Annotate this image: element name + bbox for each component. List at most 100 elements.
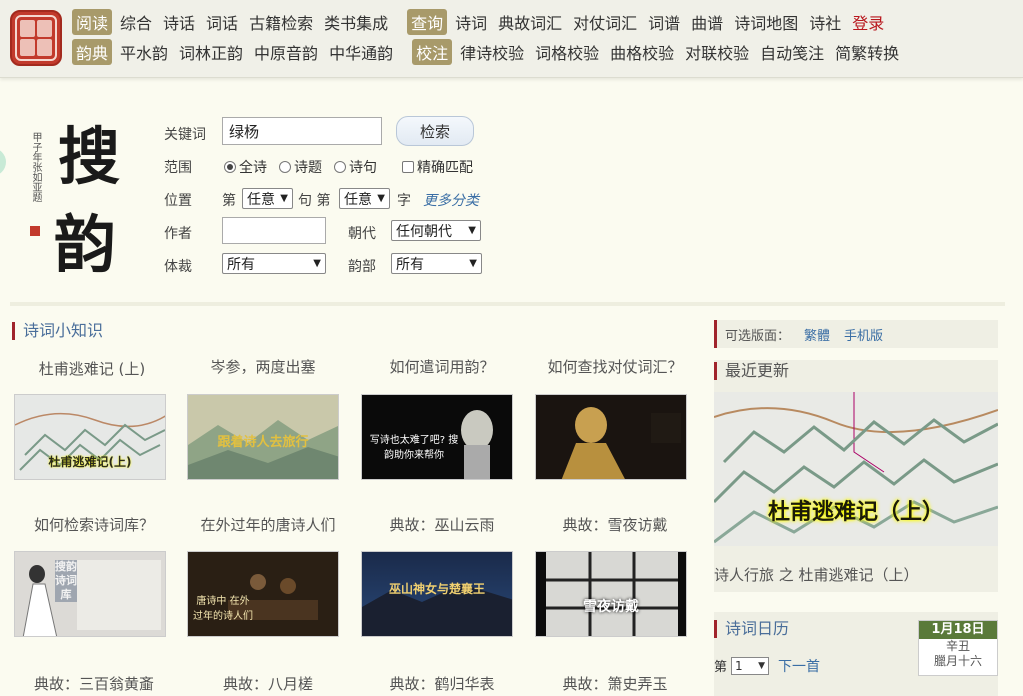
nav-link-shici[interactable]: 诗词 <box>455 10 487 34</box>
nav-badge-rhyme[interactable]: 韵典 <box>72 39 113 65</box>
scholar-illustration <box>22 560 161 636</box>
recent-title: 最近更新 <box>714 362 789 380</box>
position-char-select[interactable]: 任意 ▼ <box>339 188 390 209</box>
chevron-down-icon: ▼ <box>280 193 288 204</box>
nav-link-jianzhu[interactable]: 自动笺注 <box>760 40 824 64</box>
position-line-select[interactable]: 任意 ▼ <box>242 188 293 209</box>
exact-match-checkbox[interactable]: 精确匹配 <box>402 157 473 177</box>
nav-link-quge[interactable]: 曲格校验 <box>610 40 674 64</box>
nav-link-zhonghua[interactable]: 中华通韵 <box>329 40 393 64</box>
card-title[interactable]: 典故：巫山云雨 <box>362 514 522 535</box>
card-thumbnail[interactable]: 雪夜访戴 <box>535 551 687 637</box>
author-input[interactable] <box>222 217 326 244</box>
card-thumbnail[interactable]: 杜甫逃难记(上) <box>14 394 166 480</box>
position-suffix: 字 <box>397 193 411 209</box>
nav-row-1: 阅读 综合 诗话 词话 古籍检索 类书集成 查询 诗词 典故词汇 对仗词汇 词谱… <box>72 8 895 36</box>
radio-icon <box>334 161 346 173</box>
genre-select[interactable]: 所有 ▼ <box>222 253 326 274</box>
brand-calligraphy: 甲子年张如亚题 搜 韵 <box>28 108 138 281</box>
figure-illustration <box>561 407 681 479</box>
radio-selected-icon <box>224 161 236 173</box>
nav-badge-query[interactable]: 查询 <box>407 9 448 35</box>
site-logo[interactable] <box>10 10 62 66</box>
scope-radio-title[interactable]: 诗题 <box>279 157 322 177</box>
top-header: 阅读 综合 诗话 词话 古籍检索 类书集成 查询 诗词 典故词汇 对仗词汇 词谱… <box>0 0 1023 78</box>
card-thumbnail[interactable]: 跟着诗人去旅行 <box>187 394 339 480</box>
calendar-date: 1月18日 <box>919 621 997 639</box>
position-label: 位置 <box>164 193 192 209</box>
card-title[interactable]: 典故：八月槎 <box>188 673 348 694</box>
chevron-down-icon: ▼ <box>377 193 385 204</box>
section-divider <box>10 302 1005 306</box>
card-thumbnail[interactable]: 写诗也太难了吧? 搜韵助你来帮你 <box>361 394 513 480</box>
card-title[interactable]: 如何检索诗词库？ <box>14 514 174 535</box>
nav-link-leishu[interactable]: 类书集成 <box>324 10 388 34</box>
scope-radio-all[interactable]: 全诗 <box>224 157 267 177</box>
nav-link-qupu[interactable]: 曲谱 <box>691 10 723 34</box>
login-link[interactable]: 登录 <box>852 10 884 34</box>
side-tab[interactable] <box>0 148 6 176</box>
nav-link-map[interactable]: 诗词地图 <box>734 10 798 34</box>
knowledge-title: 诗词小知识 <box>12 322 103 340</box>
nav-link-lvshi[interactable]: 律诗校验 <box>460 40 524 64</box>
scope-label: 范围 <box>164 160 192 176</box>
edition-traditional-link[interactable]: 繁體 <box>804 325 830 344</box>
nav-link-cige[interactable]: 词格校验 <box>535 40 599 64</box>
nav-link-jianfan[interactable]: 简繁转换 <box>835 40 899 64</box>
nav-link-pingshui[interactable]: 平水韵 <box>120 40 168 64</box>
nav-link-zonghe[interactable]: 综合 <box>120 10 152 34</box>
nav-link-cihua[interactable]: 词话 <box>206 10 238 34</box>
card-title[interactable]: 典故：雪夜访戴 <box>535 514 695 535</box>
chevron-down-icon: ▼ <box>469 258 477 269</box>
card-thumbnail[interactable]: 巫山神女与楚襄王 <box>361 551 513 637</box>
calendar-date-badge: 1月18日 辛丑 臘月十六 <box>918 620 998 676</box>
nav-link-duilian[interactable]: 对联校验 <box>685 40 749 64</box>
checkbox-icon <box>402 161 414 173</box>
keyword-input[interactable] <box>222 117 382 145</box>
recent-image-caption: 杜甫逃难记（上） <box>767 500 944 525</box>
card-title[interactable]: 岑参，两度出塞 <box>183 356 343 377</box>
nav-badge-read[interactable]: 阅读 <box>72 9 113 35</box>
card-thumbnail[interactable] <box>535 394 687 480</box>
more-categories-link[interactable]: 更多分类 <box>423 190 479 210</box>
nav-badge-check[interactable]: 校注 <box>412 39 453 65</box>
calendar-title: 诗词日历 <box>714 620 789 638</box>
card-thumbnail[interactable]: 搜韵诗词库 <box>14 551 166 637</box>
window-illustration <box>546 552 678 636</box>
nav-link-guji[interactable]: 古籍检索 <box>249 10 313 34</box>
dynasty-label: 朝代 <box>348 226 376 242</box>
recent-thumbnail[interactable]: 杜甫逃难记（上） <box>714 392 998 546</box>
rhyme-select[interactable]: 所有 ▼ <box>391 253 482 274</box>
card-title[interactable]: 典故：三百翁黄齑 <box>14 673 174 694</box>
search-button[interactable]: 检索 <box>396 116 474 146</box>
nav-link-cipu[interactable]: 词谱 <box>648 10 680 34</box>
nav-link-shishe[interactable]: 诗社 <box>809 10 841 34</box>
card-title[interactable]: 杜甫逃难记 (上) <box>12 358 172 379</box>
scope-radio-line[interactable]: 诗句 <box>334 157 377 177</box>
nav-link-diangu[interactable]: 典故词汇 <box>498 10 562 34</box>
chevron-down-icon: ▼ <box>468 225 476 236</box>
chevron-down-icon: ▼ <box>758 660 766 671</box>
author-label: 作者 <box>164 226 192 242</box>
next-poem-link[interactable]: 下一首 <box>778 656 820 676</box>
edition-bar: 可选版面： 繁體 手机版 <box>714 320 998 348</box>
edition-mobile-link[interactable]: 手机版 <box>844 325 883 344</box>
nav-link-zhongyuan[interactable]: 中原音韵 <box>254 40 318 64</box>
dynasty-select[interactable]: 任何朝代 ▼ <box>391 220 481 241</box>
card-title[interactable]: 典故：鹤归华表 <box>362 673 522 694</box>
nav-link-cilin[interactable]: 词林正韵 <box>179 40 243 64</box>
nav-link-shihua[interactable]: 诗话 <box>163 10 195 34</box>
card-thumbnail[interactable]: 唐诗中 在外过年的诗人们 <box>187 551 339 637</box>
card-title[interactable]: 在外过年的唐诗人们 <box>188 514 348 535</box>
recent-caption-link[interactable]: 诗人行旅 之 杜甫逃难记（上） <box>714 564 919 585</box>
calendar-page-select[interactable]: 1 ▼ <box>731 656 770 675</box>
rhyme-label: 韵部 <box>348 259 376 275</box>
genre-label: 体裁 <box>164 259 192 275</box>
card-title[interactable]: 如何查找对仗词汇？ <box>535 356 695 377</box>
calendar-page-selector: 第 1 ▼ <box>714 656 773 675</box>
card-title[interactable]: 如何遣词用韵？ <box>362 356 522 377</box>
card-title[interactable]: 典故：箫史弄玉 <box>535 673 695 694</box>
brand-char-yun: 韵 <box>54 208 117 281</box>
chevron-down-icon: ▼ <box>313 258 321 269</box>
nav-link-duizhang[interactable]: 对仗词汇 <box>573 10 637 34</box>
